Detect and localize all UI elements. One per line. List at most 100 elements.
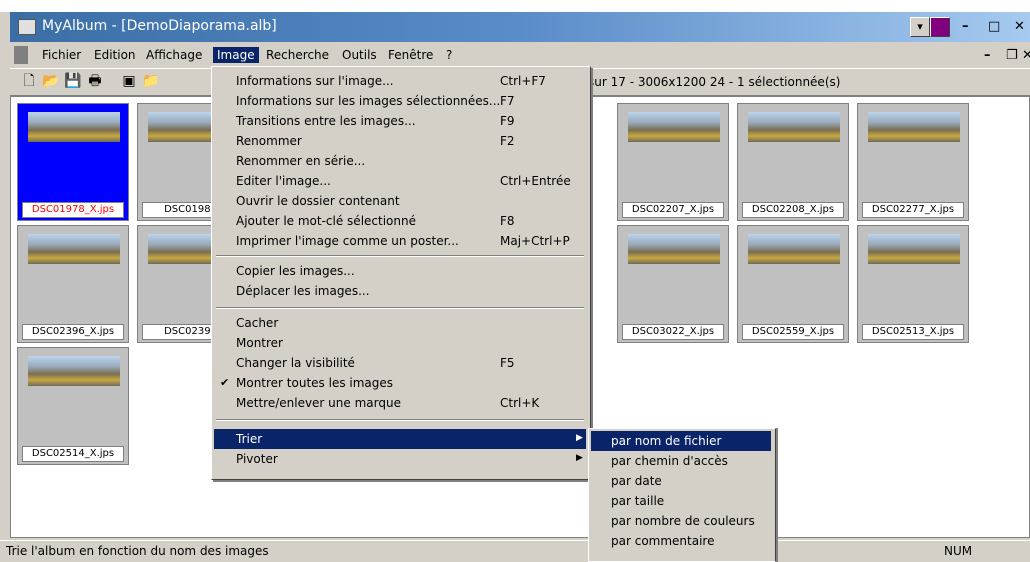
menu-item-info[interactable]: Informations sur l'image... Ctrl+F7 [214, 71, 586, 91]
menu-item-hide[interactable]: Cacher [214, 313, 586, 333]
submenu-item-label: par chemin d'accès [611, 454, 728, 468]
menu-edition[interactable]: Edition [90, 47, 140, 63]
save-icon[interactable]: 💾 [64, 72, 82, 90]
sort-by-comment[interactable]: par commentaire [591, 531, 771, 551]
thumbnail[interactable]: DSC02513_X.jps [857, 225, 969, 343]
thumbnail[interactable]: DSC02514_X.jps [17, 347, 129, 465]
status-bar: Trie l'album en fonction du nom des imag… [0, 540, 1030, 561]
menu-item-copy[interactable]: Copier les images... [214, 261, 586, 281]
close-icon[interactable]: ✕ [1014, 19, 1025, 34]
maximize-icon[interactable]: □ [988, 19, 1000, 34]
menu-item-label: Imprimer l'image comme un poster... [236, 234, 459, 248]
menu-image[interactable]: Image [213, 47, 259, 63]
sort-by-date[interactable]: par date [591, 471, 771, 491]
thumbnail-caption: DSC02514_X.jps [22, 446, 124, 462]
menu-item-label: Ouvrir le dossier contenant [236, 194, 400, 208]
sort-by-path[interactable]: par chemin d'accès [591, 451, 771, 471]
thumbnail-image [628, 112, 720, 142]
menu-fichier[interactable]: Fichier [38, 47, 85, 63]
thumbnail[interactable]: DSC02277_X.jps [857, 103, 969, 221]
menu-item-label: Changer la visibilité [236, 356, 355, 370]
desktop-strip [0, 0, 1030, 12]
menu-item-rotate[interactable]: Pivoter ▶ [214, 449, 586, 469]
thumbnail[interactable]: DSC02207_X.jps [617, 103, 729, 221]
menu-item-show-all[interactable]: ✔ Montrer toutes les images [214, 373, 586, 393]
new-file-icon[interactable]: 🗋 [20, 72, 38, 90]
menu-separator [216, 419, 584, 421]
sort-by-size[interactable]: par taille [591, 491, 771, 511]
menu-item-rename[interactable]: Renommer F2 [214, 131, 586, 151]
thumbnail[interactable]: DSC02208_X.jps [737, 103, 849, 221]
submenu-arrow-icon: ▶ [576, 453, 583, 463]
menu-item-shortcut: Maj+Ctrl+P [500, 234, 570, 248]
menu-separator [216, 307, 584, 309]
submenu-item-label: par nom de fichier [611, 434, 722, 448]
menu-item-shortcut: Ctrl+K [500, 396, 540, 410]
menu-item-shortcut: F9 [500, 114, 515, 128]
print-icon[interactable]: 🖶 [86, 72, 104, 90]
thumbnail-caption: DSC02277_X.jps [862, 202, 964, 218]
thumbnail-caption: DSC02207_X.jps [622, 202, 724, 218]
thumbnail-image [28, 112, 120, 142]
menu-fenetre[interactable]: Fenêtre [384, 47, 437, 63]
dropdown-icon[interactable]: ▾ [910, 17, 930, 37]
thumbnail-caption: DSC02396_X.jps [22, 324, 124, 340]
menu-item-batch-rename[interactable]: Renommer en série... [214, 151, 586, 171]
document-icon[interactable] [14, 46, 28, 64]
submenu-item-label: par date [611, 474, 662, 488]
mdi-close-icon[interactable]: ✕ [1022, 48, 1030, 63]
menu-item-label: Montrer [236, 336, 283, 350]
thumbnail[interactable]: DSC02396_X.jps [17, 225, 129, 343]
menu-item-open-folder[interactable]: Ouvrir le dossier contenant [214, 191, 586, 211]
menu-recherche[interactable]: Recherche [262, 47, 333, 63]
menu-item-label: Trier [236, 432, 263, 446]
mdi-restore-icon[interactable]: ❐ [1006, 48, 1018, 63]
checkmark-icon: ✔ [220, 376, 230, 389]
minimize-icon[interactable]: – [962, 19, 969, 34]
menu-item-shortcut: F2 [500, 134, 515, 148]
slideshow-icon[interactable]: ▣ [120, 72, 138, 90]
title-bar[interactable]: MyAlbum - [DemoDiaporama.alb] ▾ – □ ✕ [10, 12, 1030, 42]
status-text: Trie l'album en fonction du nom des imag… [6, 544, 269, 558]
thumbnail-image [868, 112, 960, 142]
menu-item-label: Copier les images... [236, 264, 355, 278]
menu-item-label: Pivoter [236, 452, 278, 466]
mdi-minimize-icon[interactable]: – [984, 48, 991, 63]
menu-item-label: Cacher [236, 316, 279, 330]
menu-separator [216, 255, 584, 257]
thumbnail[interactable]: DSC02559_X.jps [737, 225, 849, 343]
image-menu: Informations sur l'image... Ctrl+F7 Infor… [211, 66, 591, 480]
thumbnail-image [628, 234, 720, 264]
open-folder-icon[interactable]: 📂 [42, 72, 60, 90]
menu-affichage[interactable]: Affichage [142, 47, 206, 63]
menu-item-label: Mettre/enlever une marque [236, 396, 401, 410]
sort-submenu: par nom de fichier par chemin d'accès pa… [588, 428, 776, 562]
menu-item-transitions[interactable]: Transitions entre les images... F9 [214, 111, 586, 131]
sort-by-filename[interactable]: par nom de fichier [591, 431, 771, 451]
thumbnail-caption: DSC02208_X.jps [742, 202, 844, 218]
menu-item-shortcut: F8 [500, 214, 515, 228]
menu-item-info-selected[interactable]: Informations sur les images sélectionnée… [214, 91, 586, 111]
menu-item-label: Renommer [236, 134, 302, 148]
thumbnail-caption: DSC01978_X.jps [22, 202, 124, 218]
thumbnail[interactable]: DSC01978_X.jps [17, 103, 129, 221]
open-album-icon[interactable]: 📁 [142, 72, 160, 90]
menu-item-move[interactable]: Déplacer les images... [214, 281, 586, 301]
menu-item-sort[interactable]: Trier ▶ [214, 429, 586, 449]
menu-item-label: Informations sur les images sélectionnée… [236, 94, 501, 108]
palette-icon[interactable] [930, 17, 950, 37]
menu-item-toggle-mark[interactable]: Mettre/enlever une marque Ctrl+K [214, 393, 586, 413]
menu-bar: Fichier Edition Affichage Image Recherch… [10, 44, 1030, 66]
sort-by-colors[interactable]: par nombre de couleurs [591, 511, 771, 531]
menu-item-toggle-visibility[interactable]: Changer la visibilité F5 [214, 353, 586, 373]
thumbnail[interactable]: DSC03022_X.jps [617, 225, 729, 343]
menu-help[interactable]: ? [442, 47, 456, 63]
menu-item-show[interactable]: Montrer [214, 333, 586, 353]
menu-item-label: Transitions entre les images... [236, 114, 416, 128]
menu-item-add-keyword[interactable]: Ajouter le mot-clé sélectionné F8 [214, 211, 586, 231]
thumbnail-caption: DSC03022_X.jps [622, 324, 724, 340]
menu-outils[interactable]: Outils [338, 47, 381, 63]
menu-item-label: Déplacer les images... [236, 284, 370, 298]
menu-item-print-poster[interactable]: Imprimer l'image comme un poster... Maj+C… [214, 231, 586, 251]
menu-item-edit[interactable]: Editer l'image... Ctrl+Entrée [214, 171, 586, 191]
